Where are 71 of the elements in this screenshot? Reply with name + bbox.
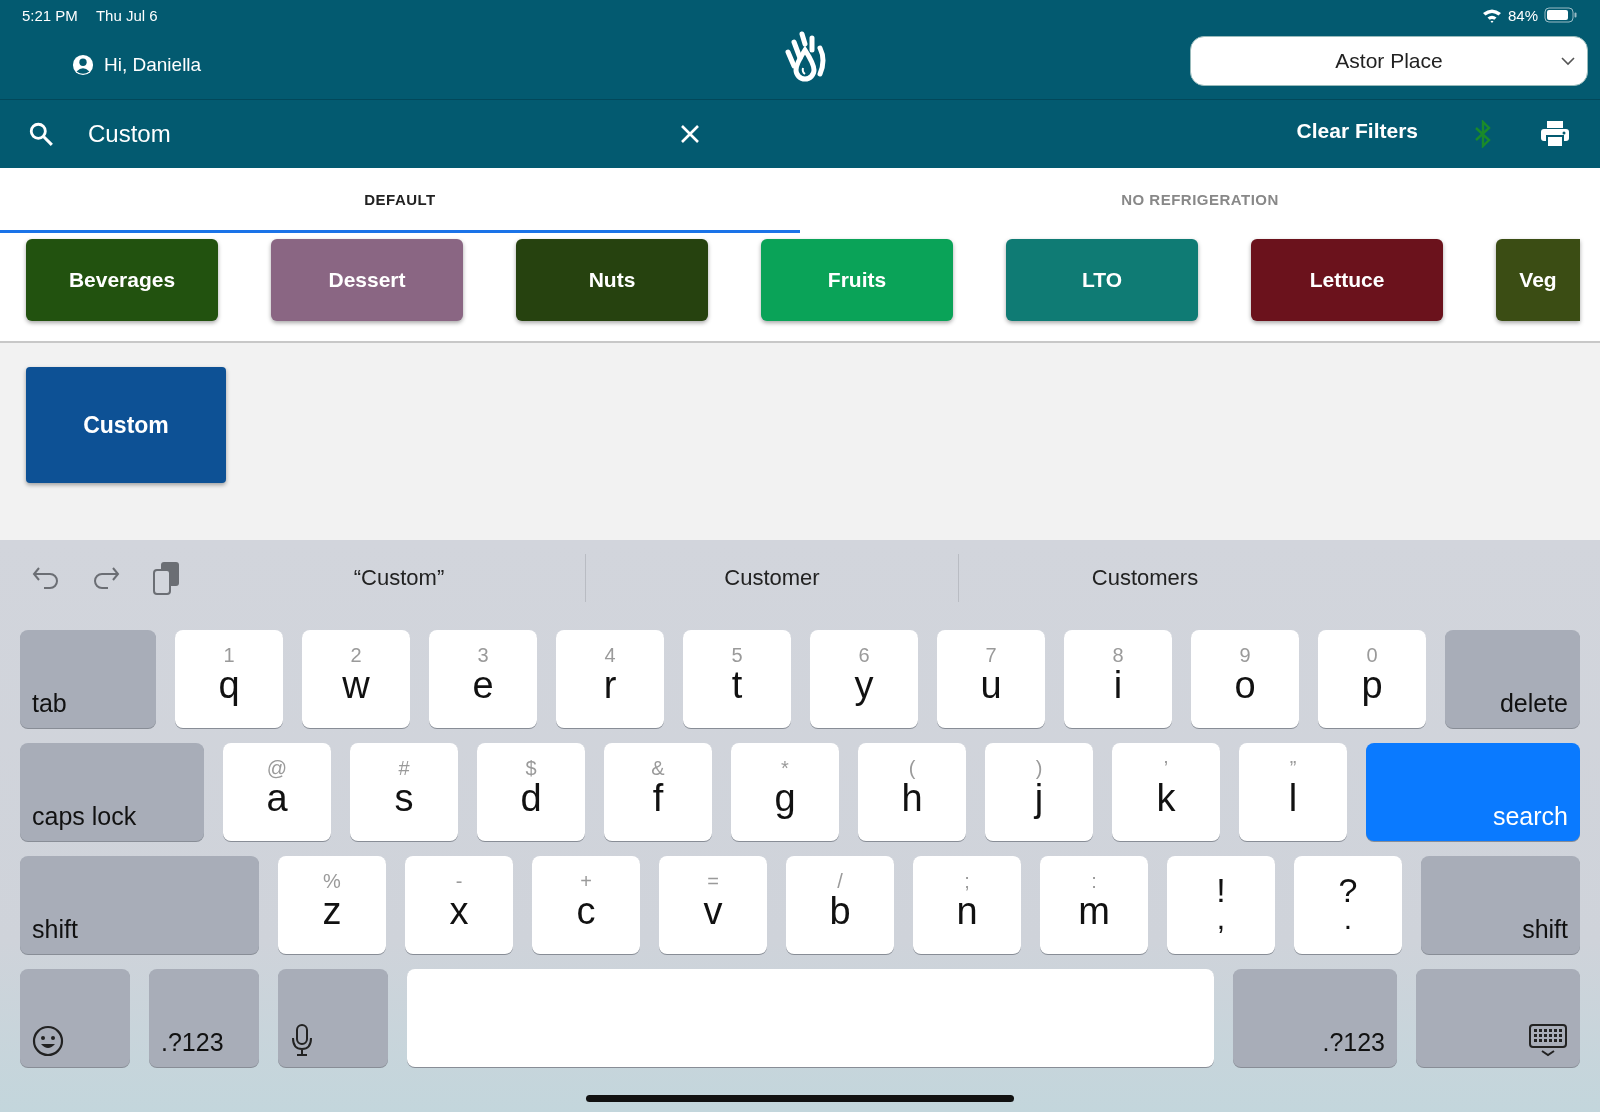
letter-key[interactable]: / b (786, 856, 894, 954)
search-field[interactable]: Custom (86, 119, 586, 149)
battery-percent: 84% (1507, 6, 1538, 24)
letter-key[interactable]: ) j (985, 743, 1093, 841)
bluetooth-icon (1474, 120, 1492, 148)
chevron-down-icon (1561, 56, 1575, 66)
microphone-icon (290, 1023, 314, 1057)
greeting: Hi, Daniella (104, 53, 202, 76)
function-key[interactable]: .?123 (149, 969, 259, 1067)
clipboard-icon (152, 560, 180, 595)
emoji-key[interactable] (20, 969, 130, 1067)
letter-key[interactable]: * g (731, 743, 839, 841)
letter-key[interactable]: $ d (477, 743, 585, 841)
location-dropdown[interactable]: Astor Place (1190, 35, 1588, 86)
suggestion[interactable]: “Custom” (213, 553, 585, 602)
letter-key[interactable]: : m (1040, 856, 1148, 954)
function-key[interactable]: delete (1445, 630, 1580, 728)
letter-key[interactable]: - x (405, 856, 513, 954)
search-key[interactable]: search (1366, 743, 1580, 841)
bluetooth-button[interactable] (1474, 120, 1492, 148)
letter-key[interactable]: 3 e (429, 630, 537, 728)
letter-key[interactable]: 1 q (175, 630, 283, 728)
category-button[interactable]: Dessert (271, 239, 463, 321)
status-date: Thu Jul 6 (95, 6, 158, 24)
search-icon (28, 121, 54, 147)
letter-key[interactable]: 0 p (1318, 630, 1426, 728)
user-icon (72, 53, 94, 76)
printer-icon (1540, 120, 1570, 148)
close-icon (680, 124, 700, 144)
wifi-icon (1481, 7, 1502, 23)
category-button[interactable]: Beverages (26, 239, 218, 321)
category-button[interactable]: Veg (1496, 239, 1580, 321)
suggestion[interactable]: Customer (586, 553, 958, 602)
category-button[interactable]: Nuts (516, 239, 708, 321)
battery-icon (1544, 7, 1578, 23)
function-key[interactable]: tab (20, 630, 156, 728)
letter-key[interactable]: & f (604, 743, 712, 841)
status-time: 5:21 PM (22, 6, 78, 24)
punctuation-key[interactable]: ! , (1167, 856, 1275, 954)
letter-key[interactable]: ( h (858, 743, 966, 841)
clear-filters-button[interactable]: Clear Filters (1296, 119, 1418, 143)
letter-key[interactable]: ; n (913, 856, 1021, 954)
letter-key[interactable]: 2 w (302, 630, 410, 728)
punctuation-key[interactable]: ? . (1294, 856, 1402, 954)
letter-key[interactable]: ” l (1239, 743, 1347, 841)
letter-key[interactable]: 7 u (937, 630, 1045, 728)
function-key[interactable]: caps lock (20, 743, 204, 841)
keyboard-icon (1528, 1023, 1568, 1057)
clear-search-button[interactable] (680, 124, 700, 144)
letter-key[interactable]: = v (659, 856, 767, 954)
letter-key[interactable]: % z (278, 856, 386, 954)
letter-key[interactable]: 6 y (810, 630, 918, 728)
paste-button[interactable] (152, 560, 180, 595)
hide-keyboard-key[interactable] (1416, 969, 1580, 1067)
smiley-icon (32, 1025, 64, 1057)
category-button[interactable]: Lettuce (1251, 239, 1443, 321)
letter-key[interactable]: 4 r (556, 630, 664, 728)
letter-key[interactable]: 8 i (1064, 630, 1172, 728)
print-button[interactable] (1540, 120, 1570, 148)
letter-key[interactable]: # s (350, 743, 458, 841)
letter-key[interactable]: @ a (223, 743, 331, 841)
function-key[interactable]: shift (20, 856, 259, 954)
letter-key[interactable]: 5 t (683, 630, 791, 728)
letter-key[interactable]: + c (532, 856, 640, 954)
category-button[interactable]: LTO (1006, 239, 1198, 321)
item-tile[interactable]: Custom (26, 367, 226, 483)
function-key[interactable]: shift (1421, 856, 1580, 954)
letter-key[interactable]: ’ k (1112, 743, 1220, 841)
letter-key[interactable]: 9 o (1191, 630, 1299, 728)
suggestion[interactable]: Customers (959, 553, 1331, 602)
function-key[interactable]: .?123 (1233, 969, 1397, 1067)
